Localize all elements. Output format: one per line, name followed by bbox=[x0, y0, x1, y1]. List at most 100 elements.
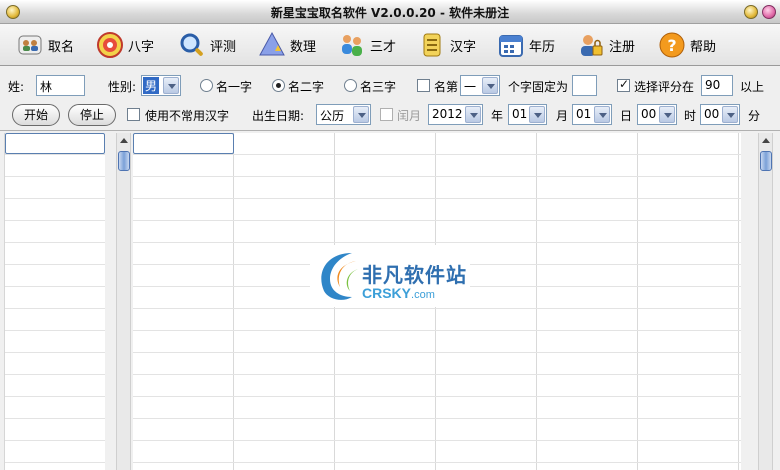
chevron-down-icon[interactable] bbox=[529, 106, 545, 123]
list-gridlines bbox=[5, 133, 105, 470]
toolbar-numerology-button[interactable]: 数理 bbox=[258, 28, 316, 62]
score-suffix: 以上 bbox=[740, 80, 765, 94]
watermark-logo: 非凡软件站 CRSKY.com bbox=[310, 245, 470, 307]
minimize-button[interactable] bbox=[744, 5, 758, 19]
window-title: 新星宝宝取名软件 V2.0.0.20 - 软件未册注 bbox=[270, 6, 510, 20]
year-select[interactable]: 2012 bbox=[428, 104, 483, 125]
radio-two-char[interactable] bbox=[272, 79, 285, 92]
left-scrollbar[interactable] bbox=[116, 133, 131, 470]
grid-header-cell[interactable] bbox=[133, 133, 234, 154]
name-position-label: 名第 bbox=[434, 80, 459, 94]
hour-label: 时 bbox=[684, 109, 697, 123]
toolbar-label: 帮助 bbox=[690, 39, 717, 55]
stop-button[interactable]: 停止 bbox=[68, 104, 116, 126]
gender-value: 男 bbox=[143, 77, 160, 94]
rare-char-label: 使用不常用汉字 bbox=[145, 109, 230, 123]
score-input[interactable]: 90 bbox=[701, 75, 733, 96]
scroll-thumb[interactable] bbox=[760, 151, 772, 171]
toolbar: 取名 八字 评测 数理 三才 汉字 年历 注册 ? 帮助 bbox=[0, 24, 780, 66]
toolbar-label: 八字 bbox=[128, 39, 155, 55]
month-label: 月 bbox=[556, 109, 569, 123]
scroll-up-icon[interactable] bbox=[118, 134, 130, 148]
calendar-icon bbox=[499, 35, 523, 57]
watermark-cn: 非凡软件站 bbox=[362, 263, 467, 287]
hour-select[interactable]: 00 bbox=[637, 104, 677, 125]
day-value: 01 bbox=[576, 107, 592, 121]
leap-month-checkbox[interactable] bbox=[380, 108, 393, 121]
watermark-en-main: CRSKY bbox=[362, 285, 412, 301]
watermark-en-suffix: .com bbox=[411, 289, 435, 301]
toolbar-hanzi-button[interactable]: 汉字 bbox=[418, 28, 476, 62]
calendar-type-value: 公历 bbox=[320, 109, 345, 123]
chevron-down-icon[interactable] bbox=[482, 77, 498, 94]
score-filter-checkbox[interactable] bbox=[617, 77, 630, 92]
year-label: 年 bbox=[491, 109, 504, 123]
svg-text:?: ? bbox=[667, 36, 676, 55]
name-position-value: 一 bbox=[464, 80, 477, 94]
help-icon: ? bbox=[659, 32, 685, 58]
chevron-down-icon[interactable] bbox=[465, 106, 481, 123]
people-icon bbox=[342, 35, 362, 56]
eight-char-icon bbox=[97, 32, 123, 58]
fixed-char-label: 个字固定为 bbox=[508, 80, 569, 94]
chevron-down-icon[interactable] bbox=[722, 106, 738, 123]
toolbar-evaluate-button[interactable]: 评测 bbox=[178, 28, 236, 62]
birth-date-label: 出生日期: bbox=[252, 109, 305, 123]
toolbar-label: 三才 bbox=[370, 39, 397, 55]
toolbar-calendar-button[interactable]: 年历 bbox=[497, 28, 555, 62]
chevron-down-icon[interactable] bbox=[594, 106, 610, 123]
minute-label: 分 bbox=[748, 109, 761, 123]
surname-input[interactable]: 林 bbox=[36, 75, 85, 96]
toolbar-label: 取名 bbox=[48, 39, 75, 55]
toolbar-name-button[interactable]: 取名 bbox=[16, 28, 74, 62]
year-value: 2012 bbox=[432, 107, 463, 121]
radio-one-char-label: 名一字 bbox=[216, 80, 253, 94]
month-select[interactable]: 01 bbox=[508, 104, 547, 125]
start-button[interactable]: 开始 bbox=[12, 104, 60, 126]
gender-select[interactable]: 男 bbox=[141, 75, 181, 96]
name-position-select[interactable]: 一 bbox=[460, 75, 500, 96]
day-label: 日 bbox=[620, 109, 633, 123]
calendar-type-select[interactable]: 公历 bbox=[316, 104, 371, 125]
close-button[interactable] bbox=[762, 5, 776, 19]
radio-one-char[interactable] bbox=[200, 79, 213, 92]
fixed-char-input[interactable] bbox=[572, 75, 597, 96]
crsky-logo-icon bbox=[321, 253, 358, 300]
scroll-icon bbox=[423, 33, 441, 57]
leap-month-label: 闰月 bbox=[397, 109, 422, 123]
toolbar-label: 评测 bbox=[210, 39, 237, 55]
hour-value: 00 bbox=[641, 107, 657, 121]
minute-value: 00 bbox=[704, 107, 720, 121]
name-list-panel[interactable] bbox=[4, 133, 105, 470]
radio-three-char-label: 名三字 bbox=[360, 80, 397, 94]
list-header-cell[interactable] bbox=[5, 133, 105, 154]
radio-two-char-label: 名二字 bbox=[288, 80, 325, 94]
toolbar-label: 注册 bbox=[609, 39, 636, 55]
gender-label: 性别: bbox=[108, 80, 137, 94]
shapes-icon bbox=[259, 31, 285, 56]
toolbar-help-button[interactable]: ? 帮助 bbox=[658, 28, 716, 62]
toolbar-bazi-button[interactable]: 八字 bbox=[96, 28, 154, 62]
toolbar-three-talents-button[interactable]: 三才 bbox=[338, 28, 396, 62]
minute-select[interactable]: 00 bbox=[700, 104, 740, 125]
score-filter-label: 选择评分在 bbox=[634, 80, 695, 94]
radio-three-char[interactable] bbox=[344, 79, 357, 92]
scroll-thumb[interactable] bbox=[118, 151, 130, 171]
surname-label: 姓: bbox=[8, 80, 25, 94]
month-value: 01 bbox=[512, 107, 528, 121]
chevron-down-icon[interactable] bbox=[163, 77, 179, 94]
scroll-up-icon[interactable] bbox=[760, 134, 772, 148]
chevron-down-icon[interactable] bbox=[659, 106, 675, 123]
day-select[interactable]: 01 bbox=[572, 104, 612, 125]
lock-user-icon bbox=[581, 35, 603, 56]
name-position-checkbox[interactable] bbox=[417, 79, 430, 92]
rare-char-checkbox[interactable] bbox=[127, 108, 140, 121]
toolbar-label: 数理 bbox=[290, 39, 317, 55]
contacts-icon bbox=[18, 35, 42, 55]
title-bar: 新星宝宝取名软件 V2.0.0.20 - 软件未册注 bbox=[0, 0, 780, 24]
main-scrollbar[interactable] bbox=[758, 133, 773, 470]
chevron-down-icon[interactable] bbox=[353, 106, 369, 123]
options-panel: 姓: 林 性别: 男 名一字 名二字 名三字 名第 一 个字固定为 选择评分在 … bbox=[0, 67, 780, 131]
toolbar-register-button[interactable]: 注册 bbox=[577, 28, 635, 62]
toolbar-label: 年历 bbox=[529, 39, 556, 55]
